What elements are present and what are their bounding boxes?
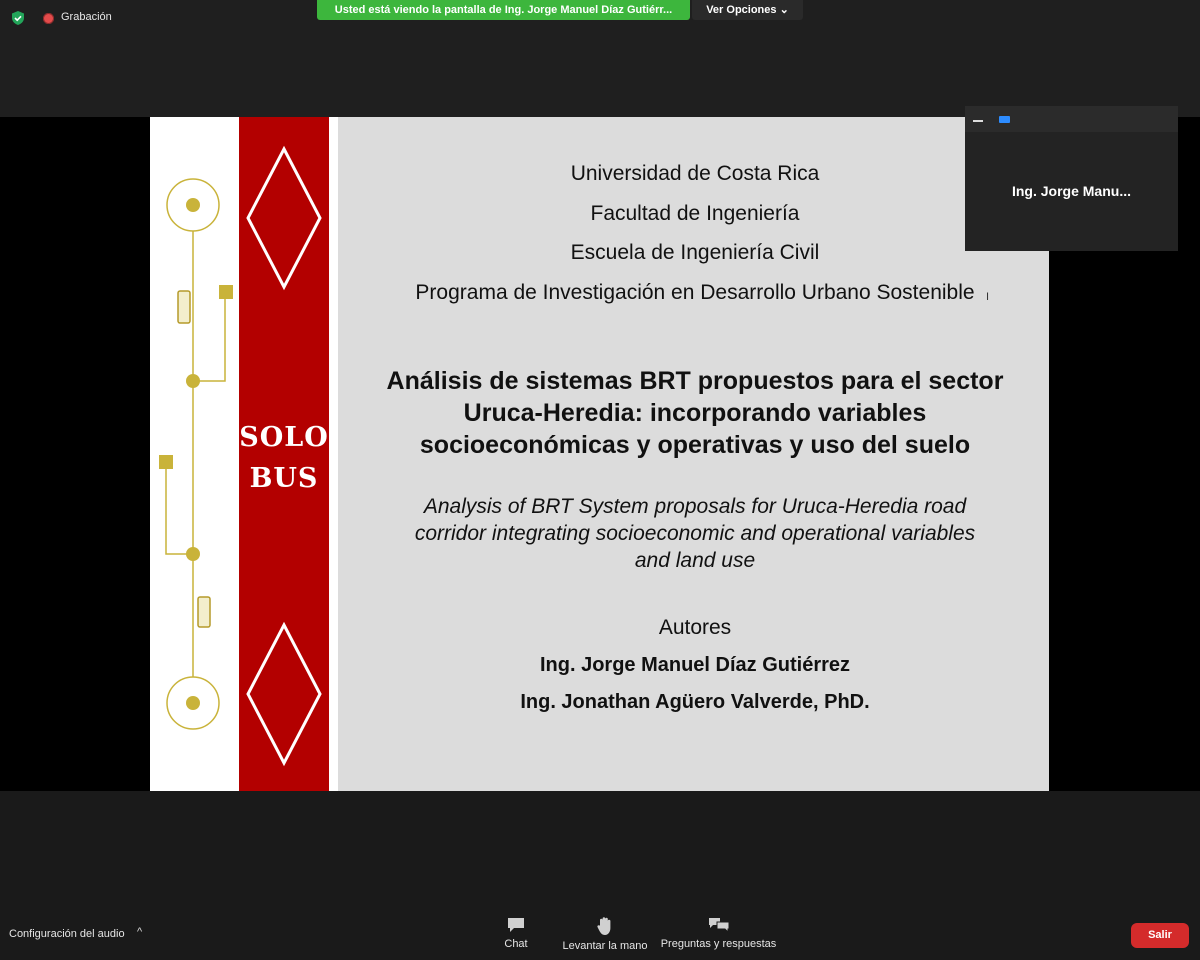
minimize-icon[interactable] <box>973 120 983 122</box>
slide-divider <box>329 117 338 791</box>
solo-bus-label: SOLO BUS <box>239 417 329 499</box>
text-cursor-icon: I <box>986 291 990 303</box>
raise-hand-button[interactable]: Levantar la mano <box>559 916 651 952</box>
qa-label: Preguntas y respuestas <box>660 938 777 950</box>
title-es-line: socioeconómicas y operativas y uso del s… <box>419 431 971 459</box>
chat-button[interactable]: Chat <box>496 916 536 950</box>
speaker-thumbnail-window[interactable]: Ing. Jorge Manu... <box>965 106 1178 251</box>
audio-settings-button[interactable]: Configuración del audio <box>9 928 125 940</box>
title-en-line: and land use <box>634 549 756 572</box>
faculty-name: Facultad de Ingeniería <box>590 202 800 225</box>
hand-icon <box>597 917 611 935</box>
title-es-line: Análisis de sistemas BRT propuestos para… <box>386 367 1004 395</box>
author-name: Ing. Jonathan Agüero Valverde, PhD. <box>520 691 870 713</box>
chat-icon <box>508 918 524 932</box>
screen-share-banner: Usted está viendo la pantalla de Ing. Jo… <box>317 0 690 20</box>
view-options-button[interactable]: Ver Opciones ⌄ <box>692 0 803 20</box>
bus-route-decoration <box>150 117 239 791</box>
title-es-line: Uruca-Heredia: incorporando variables <box>463 399 927 427</box>
bottom-toolbar: Configuración del audio ^ Chat Levantar … <box>0 791 1200 960</box>
title-english: Analysis of BRT System proposals for Uru… <box>365 493 1025 574</box>
qa-icon <box>708 918 729 934</box>
chevron-up-icon[interactable]: ^ <box>137 926 142 938</box>
raise-hand-label: Levantar la mano <box>562 940 648 952</box>
chat-label: Chat <box>504 938 528 950</box>
route-diagram-icon <box>159 178 233 730</box>
authors-heading: Autores <box>658 616 732 639</box>
author-name: Ing. Jorge Manuel Díaz Gutiérrez <box>539 654 851 676</box>
title-en-line: Analysis of BRT System proposals for Uru… <box>423 495 967 518</box>
top-bar: Grabación Usted está viendo la pantalla … <box>0 0 1200 117</box>
recording-label: Grabación <box>61 11 112 23</box>
program-name: Programa de Investigación en Desarrollo … <box>415 281 975 304</box>
security-shield-icon[interactable] <box>10 10 26 26</box>
view-toggle-icon[interactable] <box>999 116 1010 123</box>
bus-text: BUS <box>249 463 319 494</box>
speaker-name: Ing. Jorge Manu... <box>1011 183 1131 199</box>
thumbnail-titlebar[interactable] <box>965 106 1178 132</box>
leave-button[interactable]: Salir <box>1131 923 1189 948</box>
title-spanish: Análisis de sistemas BRT propuestos para… <box>365 365 1025 461</box>
qa-button[interactable]: Preguntas y respuestas <box>659 916 778 950</box>
university-name: Universidad de Costa Rica <box>570 162 820 185</box>
recording-icon <box>43 13 54 24</box>
shared-slide: SOLO BUS Universidad de Costa Rica Facul… <box>150 117 1049 791</box>
solo-text: SOLO <box>239 422 329 453</box>
title-en-line: corridor integrating socioeconomic and o… <box>414 522 976 545</box>
school-name: Escuela de Ingeniería Civil <box>570 241 820 264</box>
